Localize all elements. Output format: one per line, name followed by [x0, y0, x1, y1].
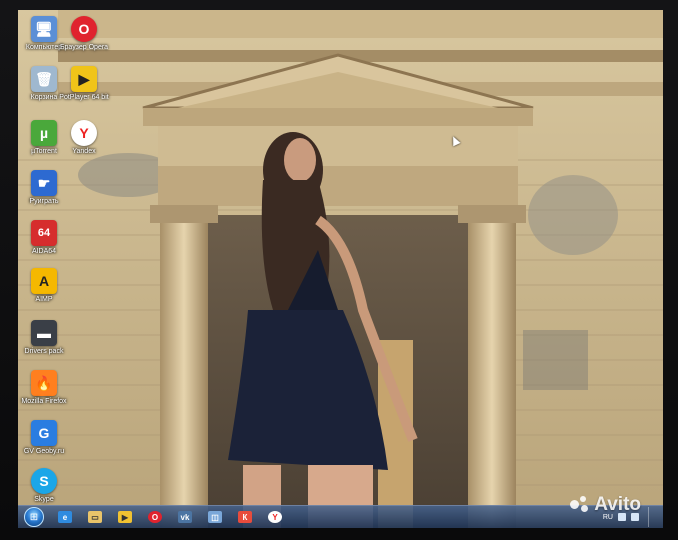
- desktop-icon-label: AIDA64: [31, 248, 57, 255]
- desktop-screen[interactable]: 🖥 Компьютер 🗑 Корзина µ µTorrent ☛ Руигр…: [18, 10, 663, 528]
- avito-logo-icon: [570, 496, 590, 514]
- ruigrat-icon: ☛: [31, 170, 57, 196]
- taskbar-internet-explorer[interactable]: e: [53, 508, 77, 526]
- taskbar-explorer[interactable]: ▭: [83, 508, 107, 526]
- desktop-icon-ruigrat[interactable]: ☛ Руиграть: [18, 170, 70, 206]
- desktop-icon-label: Skype: [34, 496, 54, 503]
- drivers-icon: ▬: [31, 320, 57, 346]
- taskbar-files[interactable]: ◫: [203, 508, 227, 526]
- desktop-icon-label: Браузер Opera: [59, 44, 109, 51]
- internet-explorer-icon: e: [58, 511, 72, 523]
- desktop-icon-firefox[interactable]: 🔥 Mozilla Firefox: [18, 370, 70, 406]
- desktop-icon-skype[interactable]: S Skype: [18, 468, 70, 504]
- avito-watermark: Avito: [570, 494, 641, 516]
- potplayer-icon: ▶: [71, 66, 97, 92]
- wallpaper-photo: [18, 10, 663, 528]
- taskbar-yandex-browser[interactable]: Y: [263, 508, 287, 526]
- desktop-icon-gv[interactable]: G GV Geoby.ru: [18, 420, 70, 456]
- aimp-icon: A: [31, 268, 57, 294]
- opera-icon: O: [71, 16, 97, 42]
- gv-icon: G: [31, 420, 57, 446]
- files-icon: ◫: [208, 511, 222, 523]
- computer-icon: 🖥: [31, 16, 57, 42]
- yandex-browser-icon: Y: [268, 511, 282, 523]
- media-player-icon: ▶: [118, 511, 132, 523]
- windows-logo-icon: ⊞: [29, 511, 39, 523]
- start-button[interactable]: ⊞: [24, 507, 44, 527]
- desktop-icon-label: Drivers pack: [24, 348, 64, 355]
- show-desktop-button[interactable]: [648, 507, 657, 527]
- watermark-text: Avito: [594, 494, 641, 515]
- vk-icon: vk: [178, 511, 192, 523]
- taskbar: ⊞ e ▭ ▶ O vk ◫ К Y RU: [18, 505, 663, 528]
- yandex-icon: Y: [71, 120, 97, 146]
- desktop-icon-aida64[interactable]: 64 AIDA64: [18, 220, 70, 256]
- taskbar-vk[interactable]: vk: [173, 508, 197, 526]
- desktop-icon-potplayer[interactable]: ▶ PotPlayer 64 bit: [58, 66, 110, 102]
- desktop-icon-drivers[interactable]: ▬ Drivers pack: [18, 320, 70, 356]
- desktop-icon-aimp[interactable]: A AIMP: [18, 268, 70, 304]
- opera-icon: O: [148, 511, 162, 523]
- desktop-icon-label: Руиграть: [29, 198, 59, 205]
- desktop-icon-label: GV Geoby.ru: [23, 448, 65, 455]
- firefox-icon: 🔥: [31, 370, 57, 396]
- taskbar-yandex-k[interactable]: К: [233, 508, 257, 526]
- utorrent-icon: µ: [31, 120, 57, 146]
- desktop-icon-yandex[interactable]: Y Yandex: [58, 120, 110, 156]
- folder-icon: ▭: [88, 511, 102, 523]
- desktop-icon-opera[interactable]: O Браузер Opera: [58, 16, 110, 52]
- skype-icon: S: [31, 468, 57, 494]
- desktop-icon-label: AIMP: [35, 296, 53, 303]
- desktop-icon-label: Yandex: [72, 148, 96, 155]
- taskbar-opera[interactable]: O: [143, 508, 167, 526]
- desktop-icon-label: PotPlayer 64 bit: [59, 94, 109, 101]
- yandex-k-icon: К: [238, 511, 252, 523]
- taskbar-media-player[interactable]: ▶: [113, 508, 137, 526]
- recycle-bin-icon: 🗑: [31, 66, 57, 92]
- desktop-icon-label: Mozilla Firefox: [21, 398, 67, 405]
- aida64-icon: 64: [31, 220, 57, 246]
